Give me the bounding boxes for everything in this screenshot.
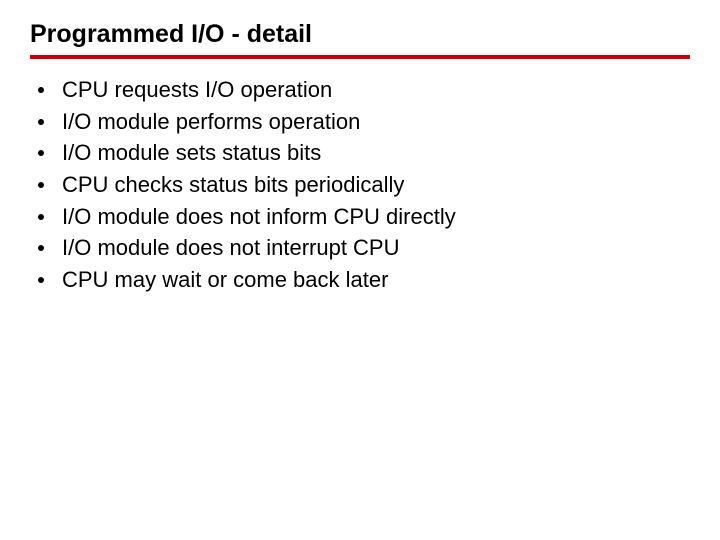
bullet-icon (38, 277, 44, 283)
list-item: CPU checks status bits periodically (38, 170, 690, 200)
slide-title: Programmed I/O - detail (30, 20, 690, 59)
bullet-icon (38, 87, 44, 93)
bullet-text: CPU checks status bits periodically (62, 170, 690, 200)
bullet-icon (38, 119, 44, 125)
list-item: I/O module performs operation (38, 107, 690, 137)
list-item: CPU requests I/O operation (38, 75, 690, 105)
bullet-list: CPU requests I/O operation I/O module pe… (30, 75, 690, 295)
bullet-text: I/O module sets status bits (62, 138, 690, 168)
bullet-text: I/O module performs operation (62, 107, 690, 137)
bullet-icon (38, 214, 44, 220)
bullet-icon (38, 182, 44, 188)
bullet-text: CPU may wait or come back later (62, 265, 690, 295)
bullet-icon (38, 245, 44, 251)
bullet-text: I/O module does not interrupt CPU (62, 233, 690, 263)
bullet-text: CPU requests I/O operation (62, 75, 690, 105)
bullet-icon (38, 150, 44, 156)
list-item: I/O module sets status bits (38, 138, 690, 168)
list-item: I/O module does not inform CPU directly (38, 202, 690, 232)
list-item: CPU may wait or come back later (38, 265, 690, 295)
bullet-text: I/O module does not inform CPU directly (62, 202, 690, 232)
list-item: I/O module does not interrupt CPU (38, 233, 690, 263)
